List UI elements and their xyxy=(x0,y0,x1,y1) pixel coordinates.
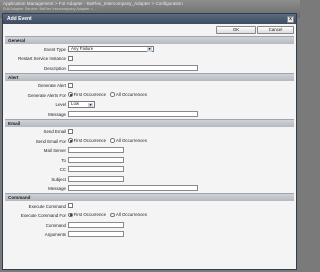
command-section: Command Execute Command Execute Command … xyxy=(5,193,294,239)
alert-section: Alert Generate Alert Generate Alerts For… xyxy=(5,72,294,119)
cc-label: CC xyxy=(59,167,66,172)
execute-command-for-radios: First Occurrence All Occurrences xyxy=(68,212,150,217)
radio-selected-icon xyxy=(68,92,73,97)
chevron-down-icon: ▼ xyxy=(147,47,152,52)
level-select[interactable]: Low ▼ xyxy=(68,101,95,108)
execute-command-label: Execute Command xyxy=(28,203,66,209)
description-row: Description xyxy=(5,63,294,73)
command-all-occurrences-label: All Occurrences xyxy=(115,212,147,218)
radio-unselected-icon xyxy=(110,212,115,218)
email-message-row: Message xyxy=(5,184,294,194)
restart-label: Restart Service Instance xyxy=(18,56,66,61)
radio-unselected-icon xyxy=(110,92,115,97)
alert-first-occurrence-label: First Occurrence xyxy=(73,91,107,97)
level-value: Low xyxy=(71,101,80,106)
add-event-dialog: Add Event x OK Cancel General Event Type… xyxy=(2,13,297,270)
email-first-occurrence-label: First Occurrence xyxy=(73,137,107,143)
email-all-occurrences-label: All Occurrences xyxy=(115,137,147,143)
arguments-label: Arguments xyxy=(44,232,66,237)
generate-alert-label: Generate Alert xyxy=(37,83,66,88)
event-type-label: Event Type xyxy=(44,46,66,52)
mail-server-row: Mail Server xyxy=(5,146,294,156)
general-heading: General xyxy=(5,36,294,44)
event-type-value: Any Failure xyxy=(71,45,94,51)
send-email-checkbox[interactable] xyxy=(68,128,73,134)
execute-command-for-row: Execute Command For First Occurrence All… xyxy=(5,211,294,221)
close-icon[interactable]: x xyxy=(287,15,294,23)
send-email-for-radios: First Occurrence All Occurrences xyxy=(68,138,150,143)
alert-message-input[interactable] xyxy=(68,110,198,117)
command-row: Command xyxy=(5,220,294,230)
alert-message-row: Message xyxy=(5,109,294,119)
subject-row: Subject xyxy=(5,174,294,184)
alert-heading: Alert xyxy=(5,72,294,81)
alert-message-label: Message xyxy=(48,111,66,117)
dialog-title: Add Event xyxy=(7,16,32,22)
description-label: Description xyxy=(44,65,66,71)
execute-command-checkbox[interactable] xyxy=(68,203,73,208)
mail-server-input[interactable] xyxy=(68,147,124,153)
alert-first-occurrence-option[interactable]: First Occurrence xyxy=(68,92,106,97)
to-input[interactable] xyxy=(68,156,124,163)
subject-input[interactable] xyxy=(68,175,124,182)
send-email-label: Send Email xyxy=(43,129,66,134)
dialog-titlebar[interactable]: Add Event x xyxy=(3,14,296,24)
alert-all-occurrences-label: All Occurrences xyxy=(115,91,147,97)
description-input[interactable] xyxy=(68,64,198,71)
cc-input[interactable] xyxy=(68,166,124,172)
restart-row: Restart Service Instance xyxy=(5,54,294,64)
command-input[interactable] xyxy=(68,221,124,228)
background-breadcrumb: Application Management > For Adapter - B… xyxy=(3,1,183,6)
generate-alerts-for-row: Generate Alerts For First Occurrence All… xyxy=(5,90,294,100)
event-type-row: Event Type Any Failure ▼ xyxy=(5,44,294,54)
level-label: Level xyxy=(55,102,67,107)
email-message-input[interactable] xyxy=(68,185,198,191)
subject-label: Subject xyxy=(51,176,66,182)
alert-all-occurrences-option[interactable]: All Occurrences xyxy=(110,92,147,97)
execute-command-for-label: Execute Command For xyxy=(20,213,66,218)
email-first-occurrence-option[interactable]: First Occurrence xyxy=(68,138,106,143)
command-label: Command xyxy=(45,222,66,228)
event-type-select[interactable]: Any Failure ▼ xyxy=(68,45,154,52)
radio-selected-icon xyxy=(68,212,73,218)
ok-button[interactable]: OK xyxy=(216,26,256,34)
radio-unselected-icon xyxy=(110,138,115,143)
to-label: To xyxy=(61,157,66,163)
radio-selected-icon xyxy=(68,138,73,143)
execute-command-row: Execute Command xyxy=(5,201,294,211)
cc-row: CC xyxy=(5,165,294,175)
command-all-occurrences-option[interactable]: All Occurrences xyxy=(110,212,147,217)
general-section: General Event Type Any Failure ▼ Restart… xyxy=(5,36,294,73)
generate-alerts-for-label: Generate Alerts For xyxy=(27,92,66,98)
command-first-occurrence-option[interactable]: First Occurrence xyxy=(68,212,106,217)
email-message-label: Message xyxy=(48,186,66,191)
level-row: Level Low ▼ xyxy=(5,100,294,110)
arguments-row: Arguments xyxy=(5,230,294,240)
arguments-input[interactable] xyxy=(68,231,124,237)
command-heading: Command xyxy=(5,193,294,201)
restart-checkbox[interactable] xyxy=(68,55,73,61)
cancel-button[interactable]: Cancel xyxy=(257,26,294,34)
send-email-row: Send Email xyxy=(5,127,294,137)
send-email-for-label: Send Email For xyxy=(35,138,66,144)
to-row: To xyxy=(5,155,294,165)
background-subline: Edit Adapter Service: BaFlex Intercompan… xyxy=(3,7,98,11)
email-all-occurrences-option[interactable]: All Occurrences xyxy=(110,138,147,143)
generate-alert-row: Generate Alert xyxy=(5,81,294,91)
generate-alerts-for-radios: First Occurrence All Occurrences xyxy=(68,92,150,97)
email-heading: Email xyxy=(5,118,294,127)
email-section: Email Send Email Send Email For First Oc… xyxy=(5,118,294,194)
dialog-toolbar: OK Cancel xyxy=(3,24,296,36)
chevron-down-icon: ▼ xyxy=(88,102,93,107)
mail-server-label: Mail Server xyxy=(43,148,66,153)
generate-alert-checkbox[interactable] xyxy=(68,82,73,88)
command-first-occurrence-label: First Occurrence xyxy=(73,212,107,218)
send-email-for-row: Send Email For First Occurrence All Occu… xyxy=(5,136,294,146)
